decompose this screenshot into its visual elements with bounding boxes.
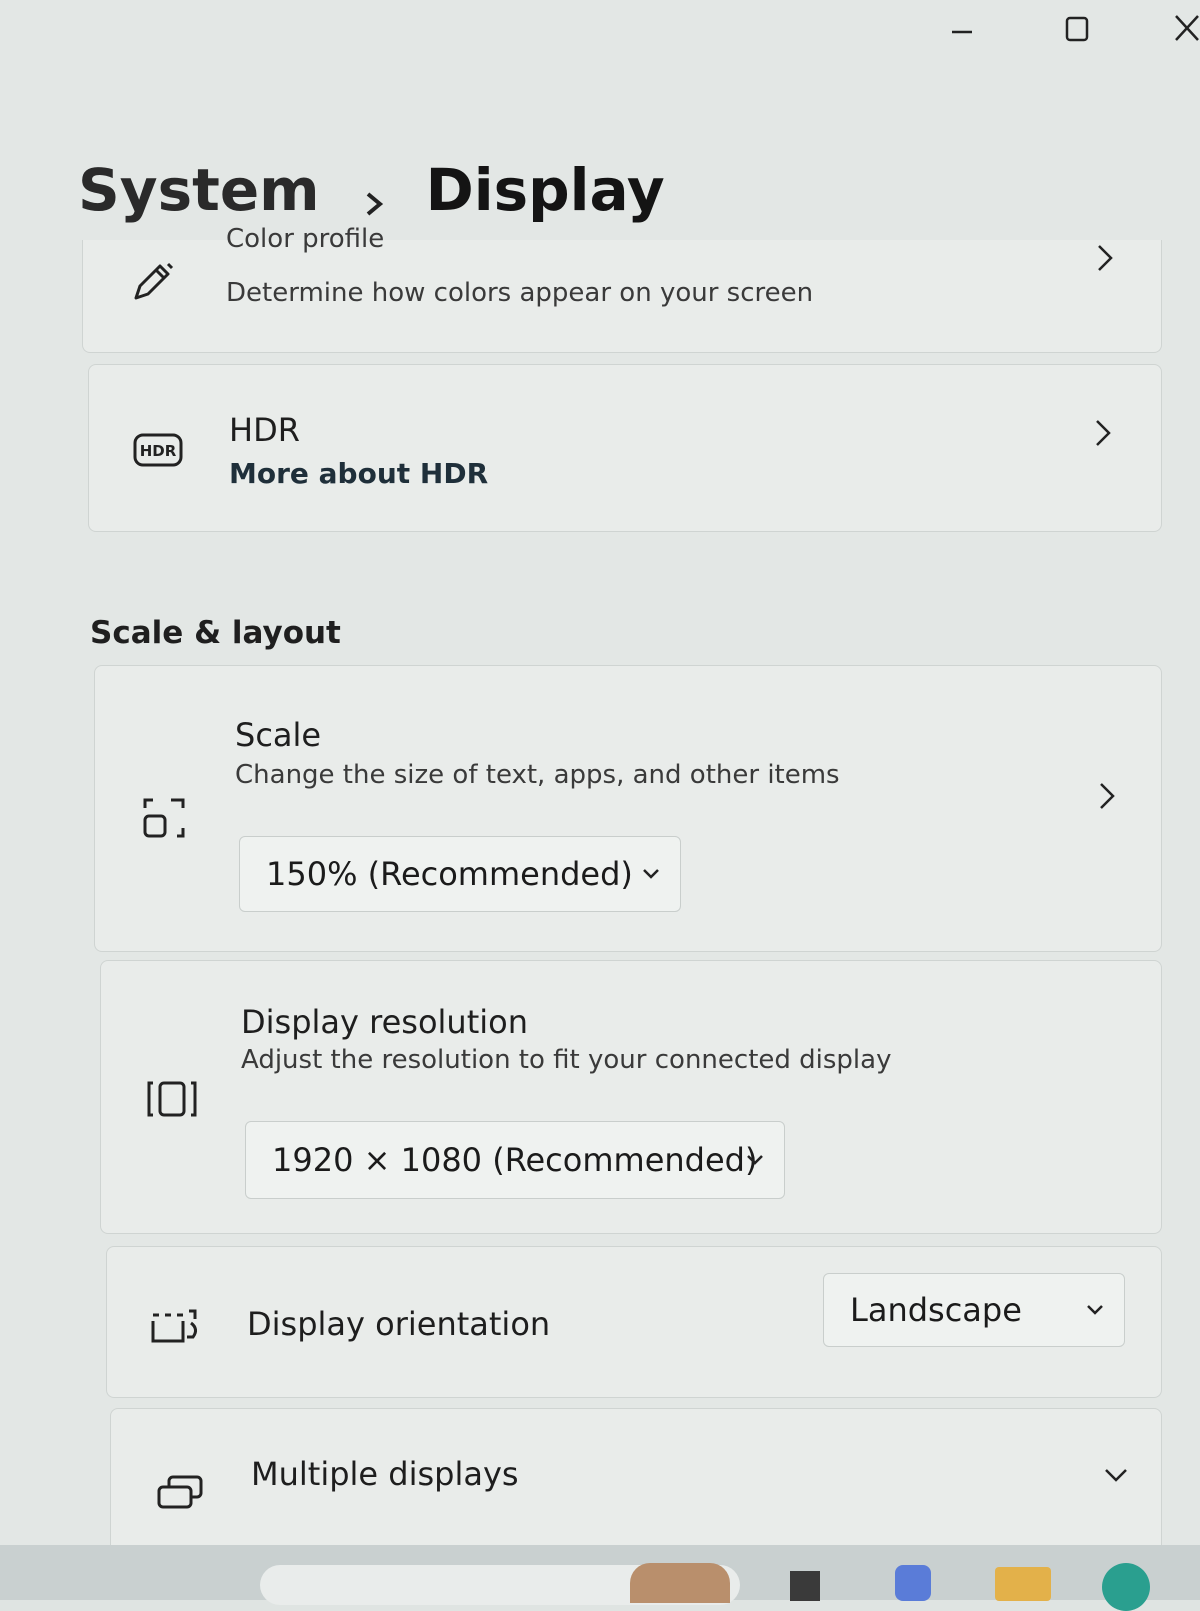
chevron-down-icon bbox=[640, 864, 662, 884]
chevron-right-icon bbox=[1091, 778, 1121, 814]
color-profile-title: Color profile bbox=[226, 224, 385, 254]
hdr-icon: HDR bbox=[133, 433, 183, 471]
hdr-icon-text: HDR bbox=[140, 442, 177, 460]
resolution-title: Display resolution bbox=[241, 1003, 528, 1041]
resolution-description: Adjust the resolution to fit your connec… bbox=[241, 1045, 892, 1075]
taskbar-edge-icon[interactable] bbox=[1102, 1563, 1150, 1611]
breadcrumb-system[interactable]: System bbox=[78, 156, 320, 224]
scale-dropdown[interactable]: 150% (Recommended) bbox=[239, 836, 681, 912]
chevron-down-icon bbox=[744, 1150, 766, 1170]
resolution-dropdown[interactable]: 1920 × 1080 (Recommended) bbox=[245, 1121, 785, 1199]
page-title: Display bbox=[425, 156, 665, 224]
close-icon bbox=[1175, 15, 1199, 41]
orientation-dropdown[interactable]: Landscape bbox=[823, 1273, 1125, 1347]
maximize-icon bbox=[1065, 16, 1089, 42]
pen-icon bbox=[128, 258, 176, 310]
scale-title: Scale bbox=[235, 716, 322, 754]
section-header-scale-layout: Scale & layout bbox=[90, 615, 341, 651]
scale-icon bbox=[141, 794, 189, 846]
minimize-icon bbox=[952, 30, 972, 34]
resolution-dropdown-value: 1920 × 1080 (Recommended) bbox=[272, 1141, 758, 1179]
orientation-icon bbox=[149, 1305, 201, 1349]
close-button[interactable] bbox=[1140, 8, 1200, 58]
hdr-more-link[interactable]: More about HDR bbox=[229, 457, 488, 490]
hdr-card[interactable]: HDR HDR More about HDR bbox=[88, 364, 1162, 532]
color-profile-description: Determine how colors appear on your scre… bbox=[226, 278, 814, 308]
taskbar-copilot-icon[interactable] bbox=[895, 1565, 931, 1601]
color-profile-card[interactable]: Color profile Determine how colors appea… bbox=[82, 224, 1162, 353]
multiple-displays-title: Multiple displays bbox=[251, 1455, 519, 1493]
minimize-button[interactable] bbox=[930, 8, 990, 58]
chevron-down-icon bbox=[1101, 1457, 1131, 1487]
resolution-card[interactable]: Display resolution Adjust the resolution… bbox=[100, 960, 1162, 1234]
taskbar bbox=[0, 1545, 1200, 1611]
chevron-right-icon bbox=[1089, 240, 1119, 276]
breadcrumb: System Display bbox=[78, 150, 665, 230]
scale-card[interactable]: Scale Change the size of text, apps, and… bbox=[94, 665, 1162, 952]
breadcrumb-chevron-icon bbox=[360, 170, 388, 216]
maximize-button[interactable] bbox=[1040, 8, 1100, 58]
chevron-down-icon bbox=[1084, 1300, 1106, 1320]
taskbar-app-icon[interactable] bbox=[630, 1563, 730, 1603]
window-controls bbox=[900, 8, 1200, 58]
orientation-title: Display orientation bbox=[247, 1305, 551, 1343]
orientation-dropdown-value: Landscape bbox=[850, 1291, 1022, 1329]
taskbar-file-explorer-icon[interactable] bbox=[995, 1567, 1051, 1601]
orientation-card[interactable]: Display orientation Landscape bbox=[106, 1246, 1162, 1398]
taskbar-app-icon[interactable] bbox=[790, 1571, 820, 1601]
chevron-right-icon bbox=[1087, 415, 1117, 451]
resolution-icon bbox=[147, 1079, 197, 1123]
scale-dropdown-value: 150% (Recommended) bbox=[266, 855, 633, 893]
multiple-displays-icon bbox=[157, 1475, 203, 1515]
scale-description: Change the size of text, apps, and other… bbox=[235, 760, 840, 790]
hdr-title: HDR bbox=[229, 411, 300, 449]
settings-window: System Display Color profile Determine h… bbox=[0, 0, 1200, 1545]
multiple-displays-card[interactable]: Multiple displays bbox=[110, 1408, 1162, 1545]
